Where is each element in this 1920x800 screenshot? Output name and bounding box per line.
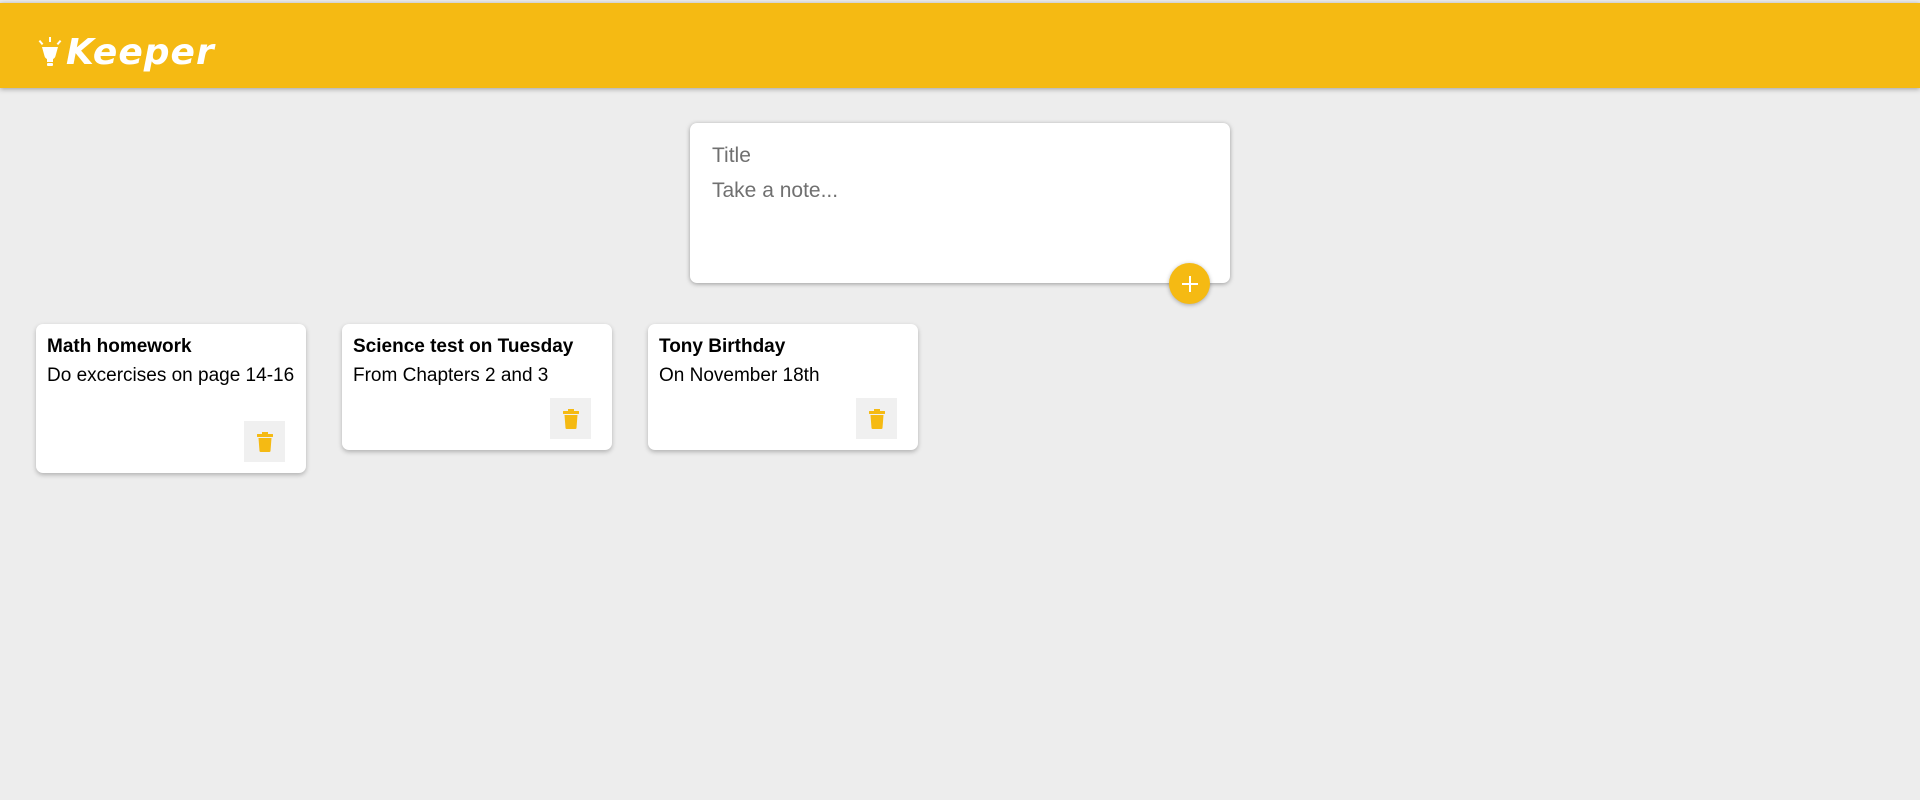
note-content: Do excercises on page 14-16: [47, 365, 295, 386]
note-content-input[interactable]: [712, 179, 1208, 249]
app-logo: Keeper: [38, 31, 215, 75]
create-note-form: [690, 123, 1230, 283]
add-note-button[interactable]: [1169, 263, 1210, 304]
note-title: Tony Birthday: [659, 336, 786, 357]
plus-icon: [1181, 275, 1198, 292]
lightbulb-icon: [38, 37, 62, 66]
note-card: Science test on Tuesday From Chapters 2 …: [342, 324, 612, 450]
delete-note-button[interactable]: [856, 398, 897, 439]
app-title: Keeper: [66, 32, 215, 73]
app-header: Keeper: [0, 3, 1920, 88]
trash-icon: [256, 431, 273, 452]
note-card: Tony Birthday On November 18th: [648, 324, 918, 450]
trash-icon: [868, 408, 885, 429]
note-title: Science test on Tuesday: [353, 336, 574, 357]
note-title-input[interactable]: [712, 143, 1208, 169]
delete-note-button[interactable]: [244, 421, 285, 462]
note-content: On November 18th: [659, 365, 820, 386]
note-card: Math homework Do excercises on page 14-1…: [36, 324, 306, 473]
note-title: Math homework: [47, 336, 192, 357]
note-content: From Chapters 2 and 3: [353, 365, 549, 386]
delete-note-button[interactable]: [550, 398, 591, 439]
trash-icon: [562, 408, 579, 429]
